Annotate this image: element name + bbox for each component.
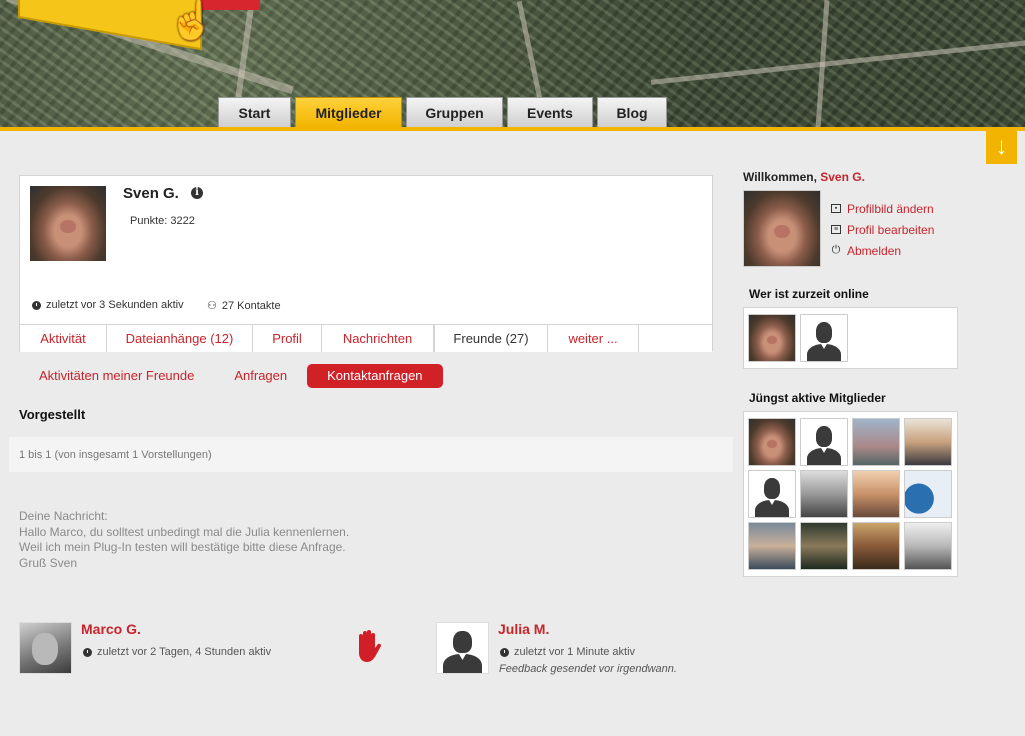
recent-member-thumb[interactable] — [748, 522, 796, 570]
section-title: Vorgestellt — [19, 407, 86, 422]
recent-member-thumb[interactable] — [748, 418, 796, 466]
tab-nachrichten[interactable]: Nachrichten — [322, 325, 434, 352]
friends-subtabs: Aktivitäten meiner Freunde Anfragen Kont… — [19, 364, 443, 388]
recent-member-thumb[interactable] — [904, 470, 952, 518]
pagination-count: 1 bis 1 (von insgesamt 1 Vorstellungen) — [9, 437, 733, 472]
recent-member-thumb[interactable] — [904, 418, 952, 466]
profile-card: Sven G. i Punkte: 3222 zuletzt vor 3 Sek… — [19, 175, 713, 352]
profile-tabs: Aktivität Dateianhänge (12) Profil Nachr… — [20, 324, 712, 352]
link-label: Profilbild ändern — [847, 201, 934, 216]
clock-icon — [83, 647, 92, 657]
marco-name[interactable]: Marco G. — [81, 621, 141, 637]
link-label: Profil bearbeiten — [847, 222, 935, 237]
message-line: Weil ich mein Plug-In testen will bestät… — [19, 540, 346, 554]
julia-last-active-text: zuletzt vor 1 Minute aktiv — [514, 646, 636, 658]
link-profil-bearbeiten[interactable]: ≡ Profil bearbeiten — [831, 219, 934, 240]
link-label: Abmelden — [847, 243, 902, 258]
recent-member-thumb[interactable] — [800, 418, 848, 466]
profile-name: Sven G. — [123, 185, 179, 202]
message-line: Gruß Sven — [19, 555, 78, 570]
request-message: Deine Nachricht: Hallo Marco, du solltes… — [19, 509, 349, 571]
clock-icon — [32, 300, 41, 310]
welcome-prefix: Willkommen, — [743, 170, 817, 184]
recent-member-thumb[interactable] — [904, 522, 952, 570]
julia-last-active: zuletzt vor 1 Minute aktiv — [500, 646, 635, 658]
profile-last-active: zuletzt vor 3 Sekunden aktiv — [32, 299, 184, 311]
stop-hand-icon — [359, 630, 381, 662]
message-line: Hallo Marco, du solltest unbedingt mal d… — [19, 524, 350, 539]
hand-cursor-icon: ☝ — [168, 0, 216, 42]
profile-avatar[interactable] — [30, 186, 106, 261]
sidebar-links: ▪ Profilbild ändern ≡ Profil bearbeiten … — [831, 198, 934, 261]
nav-tab-blog[interactable]: Blog — [597, 97, 667, 127]
nav-tab-start[interactable]: Start — [218, 97, 291, 127]
recent-member-thumb[interactable] — [748, 470, 796, 518]
tab-dateianhaenge[interactable]: Dateianhänge (12) — [107, 325, 253, 352]
info-icon[interactable]: i — [191, 187, 203, 199]
tab-weiter[interactable]: weiter ... — [548, 325, 639, 352]
recent-member-thumb[interactable] — [852, 418, 900, 466]
link-abmelden[interactable]: ⏻ Abmelden — [831, 240, 934, 261]
profile-contacts[interactable]: ⚇ 27 Kontakte — [207, 299, 281, 313]
recent-member-thumb[interactable] — [800, 470, 848, 518]
marco-last-active-text: zuletzt vor 2 Tagen, 4 Stunden aktiv — [97, 646, 272, 658]
last-active-text: zuletzt vor 3 Sekunden aktiv — [46, 299, 184, 311]
recent-member-thumb[interactable] — [800, 522, 848, 570]
sidebar-avatar[interactable] — [743, 190, 821, 267]
main-nav: Start Mitglieder Gruppen Events Blog — [218, 97, 667, 127]
recent-members-box — [743, 411, 958, 577]
message-line: Deine Nachricht: — [19, 509, 108, 523]
julia-feedback: Feedback gesendet vor irgendwann. — [499, 663, 677, 675]
online-member-thumb[interactable] — [800, 314, 848, 362]
marco-last-active: zuletzt vor 2 Tagen, 4 Stunden aktiv — [83, 646, 271, 658]
nav-tab-gruppen[interactable]: Gruppen — [406, 97, 503, 127]
clock-icon — [500, 647, 509, 657]
tab-profil[interactable]: Profil — [253, 325, 322, 352]
picture-icon: ▪ — [831, 204, 841, 213]
online-title: Wer ist zurzeit online — [749, 287, 869, 301]
subtab-aktivitaeten-freunde[interactable]: Aktivitäten meiner Freunde — [19, 364, 214, 388]
power-icon: ⏻ — [831, 244, 841, 256]
tab-aktivitaet[interactable]: Aktivität — [20, 325, 107, 352]
tab-spacer — [639, 325, 712, 352]
tab-freunde[interactable]: Freunde (27) — [434, 325, 548, 352]
header-divider — [0, 127, 1025, 131]
online-box — [743, 307, 958, 369]
link-profilbild-aendern[interactable]: ▪ Profilbild ändern — [831, 198, 934, 219]
online-member-thumb[interactable] — [748, 314, 796, 362]
subtab-kontaktanfragen[interactable]: Kontaktanfragen — [307, 364, 443, 388]
subtab-anfragen[interactable]: Anfragen — [214, 364, 307, 388]
contacts-icon: ⚇ — [207, 300, 217, 312]
nav-tab-events[interactable]: Events — [507, 97, 593, 127]
contacts-text: 27 Kontakte — [221, 299, 281, 312]
recent-member-thumb[interactable] — [852, 522, 900, 570]
marco-avatar[interactable] — [19, 622, 72, 674]
julia-name[interactable]: Julia M. — [498, 621, 549, 637]
scroll-down-icon[interactable]: ↓ — [986, 130, 1017, 164]
recent-member-thumb[interactable] — [852, 470, 900, 518]
edit-profile-icon: ≡ — [831, 225, 841, 234]
welcome-user[interactable]: Sven G. — [820, 170, 865, 184]
julia-avatar[interactable] — [436, 622, 489, 674]
profile-points: Punkte: 3222 — [130, 215, 195, 227]
welcome-text: Willkommen, Sven G. — [743, 170, 865, 184]
nav-tab-mitglieder[interactable]: Mitglieder — [295, 97, 402, 127]
recent-title: Jüngst aktive Mitglieder — [749, 391, 886, 405]
